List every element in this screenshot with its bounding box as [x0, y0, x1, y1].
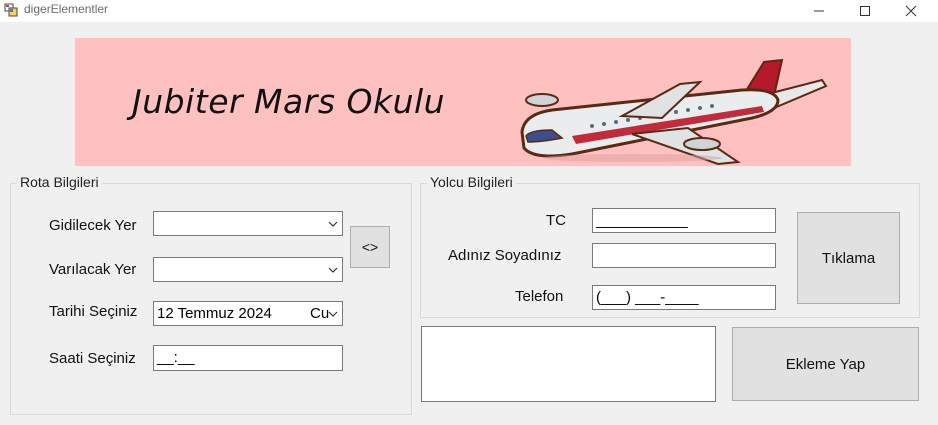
close-button[interactable] — [888, 0, 934, 22]
date-value: 12 Temmuz 2024 — [157, 305, 272, 322]
banner-title: Jubiter Mars Okulu — [132, 82, 446, 121]
tc-masked-input[interactable]: ___________ — [592, 208, 776, 233]
close-icon — [905, 5, 917, 17]
date-day-value: Cu — [310, 305, 330, 322]
tc-label: TC — [546, 212, 566, 229]
minimize-button[interactable] — [796, 0, 842, 22]
click-button[interactable]: Tıklama — [797, 212, 900, 304]
route-info-label: Rota Bilgileri — [17, 174, 102, 190]
window-title: digerElementler — [24, 2, 109, 16]
banner: Jubiter Mars Okulu — [75, 38, 851, 166]
maximize-button[interactable] — [842, 0, 888, 22]
phone-masked-input[interactable]: (___) ___-____ — [592, 285, 776, 310]
name-input[interactable] — [592, 243, 776, 268]
date-label: Tarihi Seçiniz — [49, 303, 138, 320]
form-body: Jubiter Mars Okulu Rota Bilgileri Gidile… — [0, 22, 938, 425]
chevron-down-icon — [328, 311, 338, 317]
title-bar: digerElementler — [0, 0, 938, 22]
arrival-combobox[interactable] — [153, 257, 343, 282]
notes-textarea[interactable] — [421, 326, 716, 402]
name-label: Adınız Soyadınız — [448, 247, 562, 264]
passenger-info-label: Yolcu Bilgileri — [427, 174, 516, 190]
chevron-down-icon — [328, 267, 338, 273]
phone-label: Telefon — [515, 288, 564, 305]
airplane-icon — [520, 58, 828, 166]
chevron-down-icon — [328, 221, 338, 227]
destination-label: Gidilecek Yer — [49, 217, 137, 234]
time-label: Saati Seçiniz — [49, 350, 136, 367]
arrival-label: Varılacak Yer — [49, 261, 137, 278]
time-masked-input[interactable]: __:__ — [153, 345, 343, 371]
destination-combobox[interactable] — [153, 211, 343, 236]
app-icon — [4, 3, 18, 17]
date-picker[interactable]: 12 Temmuz 2024 Cu — [153, 301, 343, 326]
minimize-icon — [814, 10, 824, 12]
swap-button[interactable]: <> — [350, 226, 390, 268]
maximize-icon — [860, 6, 870, 16]
add-button[interactable]: Ekleme Yap — [732, 327, 919, 401]
